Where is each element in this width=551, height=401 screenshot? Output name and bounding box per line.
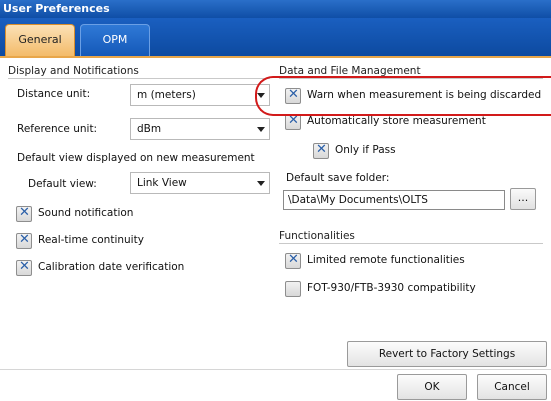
checkbox-checked-icon [16, 259, 32, 276]
save-folder-value: \Data\My Documents\OLTS [288, 194, 428, 206]
realtime-continuity-checkbox[interactable]: Real-time continuity [16, 232, 216, 251]
limited-remote-label: Limited remote functionalities [307, 254, 465, 266]
only-if-pass-checkbox[interactable]: Only if Pass [313, 142, 433, 161]
revert-factory-settings-button[interactable]: Revert to Factory Settings [347, 341, 547, 367]
sound-notification-label: Sound notification [38, 207, 134, 219]
tab-opm[interactable]: OPM [80, 24, 150, 56]
auto-store-checkbox[interactable]: Automatically store measurement [285, 113, 535, 132]
default-view-value: Link View [137, 177, 187, 189]
tab-strip: General OPM [0, 18, 551, 56]
display-section-divider [8, 78, 270, 79]
functionalities-section-divider [279, 243, 543, 244]
checkbox-checked-icon [16, 232, 32, 249]
reference-unit-label: Reference unit: [17, 123, 98, 135]
only-if-pass-label: Only if Pass [335, 144, 396, 156]
display-section-title: Display and Notifications [8, 65, 139, 77]
default-view-caption: Default view displayed on new measuremen… [17, 152, 255, 164]
browse-folder-button[interactable]: ... [510, 188, 536, 210]
auto-store-label: Automatically store measurement [307, 115, 486, 127]
sound-notification-checkbox[interactable]: Sound notification [16, 205, 216, 224]
compatibility-checkbox[interactable]: FOT-930/FTB-3930 compatibility [285, 281, 515, 299]
ok-button[interactable]: OK [397, 374, 467, 400]
reference-unit-select[interactable]: dBm [130, 118, 270, 140]
calibration-date-checkbox[interactable]: Calibration date verification [16, 259, 236, 278]
default-view-label: Default view: [28, 178, 97, 190]
limited-remote-checkbox[interactable]: Limited remote functionalities [285, 252, 515, 271]
checkbox-checked-icon [313, 142, 329, 159]
default-view-select[interactable]: Link View [130, 172, 270, 194]
dialog-footer: OK Cancel [0, 369, 551, 401]
checkbox-checked-icon [285, 113, 301, 130]
compatibility-label: FOT-930/FTB-3930 compatibility [307, 282, 476, 294]
checkbox-checked-icon [285, 252, 301, 269]
chevron-down-icon [257, 127, 265, 132]
reference-unit-value: dBm [137, 123, 162, 135]
chevron-down-icon [257, 181, 265, 186]
distance-unit-label: Distance unit: [17, 88, 91, 100]
tab-general[interactable]: General [5, 24, 75, 56]
distance-unit-select[interactable]: m (meters) [130, 84, 270, 106]
checkbox-checked-icon [16, 205, 32, 222]
cancel-button[interactable]: Cancel [477, 374, 547, 400]
realtime-continuity-label: Real-time continuity [38, 234, 144, 246]
save-folder-field[interactable]: \Data\My Documents\OLTS [283, 190, 505, 210]
functionalities-section-title: Functionalities [279, 230, 355, 242]
distance-unit-value: m (meters) [137, 89, 196, 101]
checkbox-unchecked-icon [285, 281, 301, 297]
highlight-annotation [255, 76, 551, 116]
calibration-date-label: Calibration date verification [38, 261, 185, 273]
save-folder-label: Default save folder: [286, 172, 390, 184]
window-title: User Preferences [0, 0, 551, 18]
